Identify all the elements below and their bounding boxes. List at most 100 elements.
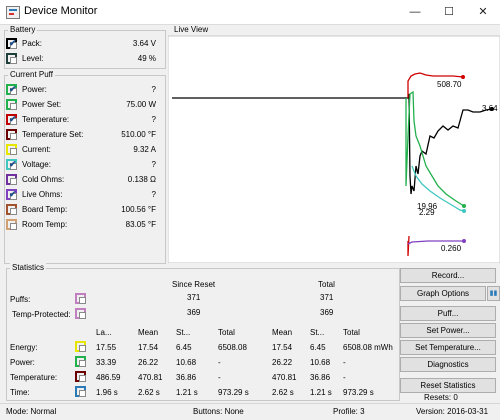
stats-cell-3-3: 973.29 s [218,388,249,397]
stats-cell-2-6: - [343,373,346,382]
minimize-button[interactable]: — [398,0,432,24]
maximize-button[interactable]: ☐ [432,0,466,24]
title-bar: Device Monitor — ☐ ✕ [0,0,500,25]
battery-label-0: Pack: [22,39,43,48]
puff-checkbox-9[interactable] [10,223,17,230]
puff-button[interactable]: Puff... [400,306,496,321]
battery-group [4,30,166,69]
battery-group-label: Battery [8,25,38,34]
stats-col-header-6: Total [343,328,360,337]
stats-cell-1-2: 10.68 [176,358,197,367]
puff-swatch-2[interactable]: ✔ [6,114,17,125]
puff-value-3: 510.00 °F [121,130,156,139]
resets-count: Resets: 0 [424,393,458,402]
stats-row-checkbox-2[interactable] [79,375,86,382]
puff-label-6: Cold Ohms: [22,175,65,184]
stats-cell-3-4: 2.62 s [272,388,294,397]
puff-swatch-5[interactable]: ✔ [6,159,17,170]
reset-statistics-button[interactable]: Reset Statistics [400,378,496,393]
puff-swatch-8[interactable] [6,204,17,215]
battery-swatch-1[interactable] [6,53,17,64]
puff-checkbox-1[interactable] [10,103,17,110]
puff-value-5: ? [151,160,156,169]
stats-cell-1-0: 33.39 [96,358,117,367]
stats-row-swatch-1[interactable] [75,356,86,367]
temp-protected-swatch[interactable] [75,308,86,319]
puff-checkbox-4[interactable] [10,148,17,155]
status-mode: Mode: Normal [6,407,57,416]
graph-options-button[interactable]: Graph Options [400,286,486,301]
power-end-marker [462,204,466,208]
puff-check-icon-5: ✔ [9,159,17,169]
live-ohms-end-marker [462,239,466,243]
stats-cell-0-1: 17.54 [138,343,159,352]
puff-swatch-4[interactable] [6,144,17,155]
puffs-swatch[interactable] [75,293,86,304]
puff-label-5: Voltage: [22,160,51,169]
puff-value-8: 100.56 °F [121,205,156,214]
stats-row-swatch-3[interactable] [75,386,86,397]
puffs-total: 371 [320,293,334,302]
stats-cell-0-3: 6508.08 [218,343,247,352]
stats-cell-2-5: 36.86 [310,373,331,382]
temp-protected-total: 369 [320,308,334,317]
puffs-since-reset: 371 [187,293,201,302]
stats-cell-0-5: 6.45 [310,343,326,352]
stats-row-checkbox-1[interactable] [79,360,86,367]
pause-button[interactable]: ▮▮ [487,286,500,301]
stats-cell-2-2: 36.86 [176,373,197,382]
puff-swatch-1[interactable] [6,99,17,110]
annotation-pack-voltage: 3.64 [482,104,498,113]
since-reset-header: Since Reset [172,280,216,289]
stats-cell-3-5: 1.21 s [310,388,332,397]
puff-swatch-7[interactable]: ✔ [6,189,17,200]
temp-protected-since-reset: 369 [187,308,201,317]
battery-swatch-0[interactable]: ✔ [6,38,17,49]
puffs-label: Puffs: [10,295,31,304]
battery-value-1: 49 % [137,54,156,63]
stats-cell-2-4: 470.81 [272,373,297,382]
stats-cell-1-4: 26.22 [272,358,293,367]
puff-check-icon-7: ✔ [9,189,17,199]
puff-value-6: 0.138 Ω [127,175,156,184]
puff-checkbox-6[interactable] [10,178,17,185]
puff-label-7: Live Ohms: [22,190,63,199]
puff-value-0: ? [151,85,156,94]
stats-cell-0-4: 17.54 [272,343,293,352]
stats-row-checkbox-3[interactable] [79,390,86,397]
statistics-group-label: Statistics [10,263,47,272]
diagnostics-button[interactable]: Diagnostics [400,357,496,372]
stats-cell-1-6: - [343,358,346,367]
puff-value-4: 9.32 A [133,145,156,154]
stats-cell-0-0: 17.55 [96,343,117,352]
voltage-end-marker [462,209,466,213]
stats-row-label-2: Temperature: [10,373,58,382]
puff-check-icon-2: ✔ [9,114,17,124]
status-bar: Mode: Normal Buttons: None Profile: 3 Ve… [0,403,500,420]
record-button[interactable]: Record... [400,268,496,283]
stats-row-checkbox-0[interactable] [79,345,86,352]
stats-cell-0-6: 6508.08 mWh [343,343,393,352]
puff-label-4: Current: [22,145,51,154]
puff-checkbox-8[interactable] [10,208,17,215]
battery-checkbox-1[interactable] [10,57,17,64]
puff-swatch-9[interactable] [6,219,17,230]
puff-value-7: ? [151,190,156,199]
stats-cell-1-3: - [218,358,221,367]
close-button[interactable]: ✕ [466,0,500,24]
set-temperature-button[interactable]: Set Temperature... [400,340,496,355]
stats-row-swatch-2[interactable] [75,371,86,382]
puff-swatch-6[interactable] [6,174,17,185]
puff-swatch-3[interactable] [6,129,17,140]
stats-row-label-1: Power: [10,358,35,367]
puff-checkbox-3[interactable] [10,133,17,140]
stats-col-header-3: Total [218,328,235,337]
puff-swatch-0[interactable]: ✔ [6,84,17,95]
puff-label-3: Temperature Set: [22,130,84,139]
annotation-live-ohms: 0.260 [441,244,462,253]
stats-col-header-1: Mean [138,328,159,337]
set-power-button[interactable]: Set Power... [400,323,496,338]
stats-cell-2-1: 470.81 [138,373,163,382]
current-puff-group-label: Current Puff [8,70,55,79]
stats-row-swatch-0[interactable] [75,341,86,352]
